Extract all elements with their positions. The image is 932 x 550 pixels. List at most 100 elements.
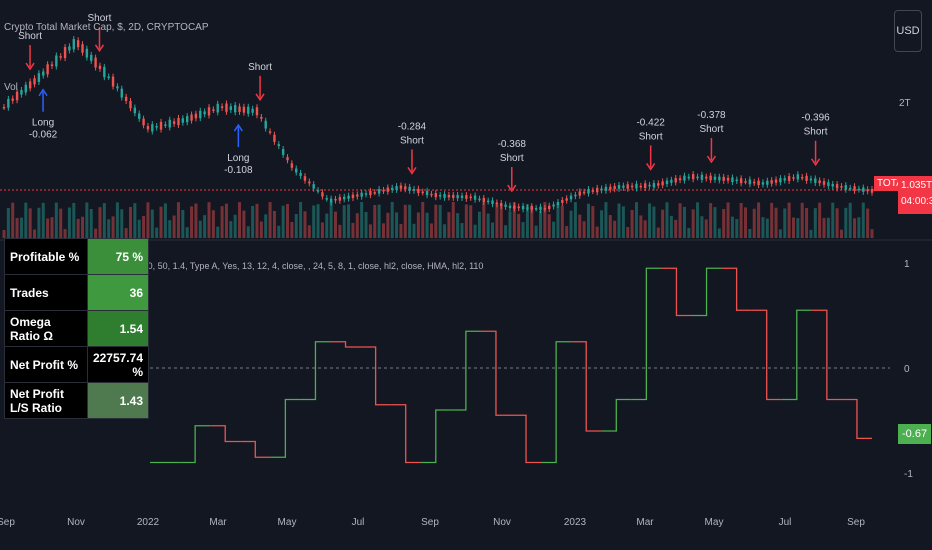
candle-body (735, 179, 738, 182)
volume-bar (76, 218, 80, 238)
price-tag-value: 1.035T (901, 180, 932, 191)
volume-bar (198, 220, 202, 238)
volume-bar (399, 223, 403, 238)
candle-body (687, 176, 691, 179)
stats-label: Profitable % (4, 238, 88, 275)
candle-body (739, 178, 743, 184)
stats-row-profitable: Profitable % 75 % (4, 238, 150, 275)
symbol-title[interactable]: Crypto Total Market Cap, $, 2D, CRYPTOCA… (4, 22, 209, 33)
short-label: Short (500, 153, 524, 164)
candle-body (212, 109, 215, 111)
candle-body (748, 179, 752, 185)
candle-body (172, 121, 176, 124)
candle-body (757, 180, 760, 186)
volume-bar (477, 211, 481, 238)
volume-bar (342, 205, 346, 238)
time-axis-label: Nov (67, 517, 85, 528)
candle-body (24, 84, 28, 93)
candle-body (801, 176, 804, 179)
candle-body (766, 180, 769, 185)
volume-bar (665, 202, 669, 238)
volume-bar (403, 204, 407, 238)
candle-body (72, 38, 75, 50)
candle-body (556, 201, 560, 205)
volume-bar (194, 203, 198, 238)
oscillator-segment (631, 267, 662, 401)
volume-bar (33, 229, 37, 238)
candle-body (281, 148, 285, 155)
candle-body (866, 189, 869, 192)
volume-bar (600, 210, 604, 238)
volume-bar (726, 202, 730, 238)
candle-body (643, 183, 647, 189)
volume-bar (853, 218, 857, 238)
volume-bar (67, 207, 71, 238)
candle-body (609, 186, 612, 190)
candle-body (530, 206, 533, 210)
candle-body (142, 118, 145, 126)
candle-body (404, 186, 407, 190)
oscillator-segment (691, 267, 722, 317)
candle-body (103, 66, 106, 78)
candle-body (146, 126, 150, 130)
currency-button[interactable]: USD (894, 10, 922, 52)
volume-bar (203, 215, 207, 238)
candle-body (268, 131, 272, 133)
price-axis-label: 2T (899, 98, 911, 109)
candle-body (111, 76, 115, 87)
volume-bar (835, 208, 839, 238)
volume-bar (98, 207, 102, 238)
volume-bar (377, 204, 381, 238)
volume-bar (54, 202, 58, 238)
candle-body (233, 105, 237, 113)
long-label: Long (32, 118, 54, 129)
candle-body (774, 179, 778, 183)
volume-bar (765, 218, 769, 238)
oscillator-segment (511, 414, 542, 464)
volume-bar (791, 217, 795, 238)
volume-bar (163, 203, 167, 238)
oscillator-segment (390, 404, 421, 464)
candle-body (124, 96, 128, 101)
oscillator-segment (270, 398, 301, 458)
candle-body (783, 178, 786, 181)
volume-bar (722, 209, 726, 238)
volume-bar (534, 225, 538, 238)
candle-body (465, 195, 468, 199)
candle-body (373, 192, 376, 194)
candle-body (107, 76, 110, 79)
volume-bar (748, 228, 752, 238)
volume-bar (630, 210, 634, 238)
price-tag-countdown: 04:00:32 (901, 196, 932, 207)
candle-body (713, 176, 717, 180)
volume-bar (211, 210, 215, 238)
oscillator-segment (601, 398, 632, 432)
volume-bar (299, 202, 303, 238)
candle-body (486, 200, 490, 203)
signal-value: -0.284 (398, 121, 427, 132)
candle-body (844, 185, 848, 190)
volume-bar (582, 221, 586, 238)
candle-body (504, 204, 507, 207)
volume-bar (473, 224, 477, 238)
volume-bar (831, 202, 835, 238)
volume-bar (456, 213, 460, 238)
volume-bar (460, 223, 464, 238)
volume-bar (272, 210, 276, 238)
volume-bar (46, 218, 50, 238)
candle-body (862, 187, 865, 192)
candle-body (582, 191, 586, 194)
volume-bar (569, 210, 573, 238)
volume-bar (281, 205, 285, 238)
volume-bar (329, 202, 333, 238)
volume-bar (176, 202, 180, 238)
volume-bar (2, 230, 6, 238)
candle-body (408, 186, 411, 191)
candle-body (338, 197, 342, 201)
volume-bar (839, 229, 843, 238)
volume-bar (652, 206, 656, 238)
volume-bar (421, 202, 425, 238)
time-axis-label: Sep (847, 517, 865, 528)
volume-bar (102, 203, 106, 238)
candle-body (548, 205, 551, 210)
